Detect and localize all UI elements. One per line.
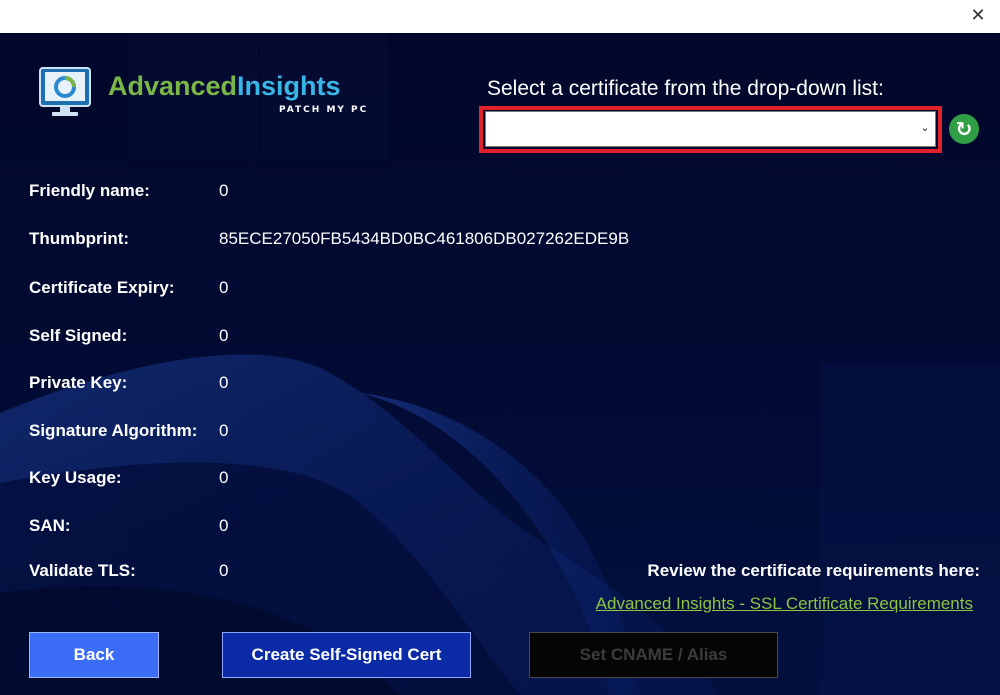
private-key-value: 0 [219, 373, 229, 392]
app-logo: AdvancedInsights PATCH MY PC [38, 66, 383, 124]
san-label: SAN: [29, 516, 71, 535]
main-panel: AdvancedInsights PATCH MY PC Select a ce… [0, 33, 1000, 695]
refresh-icon[interactable]: ↻ [949, 114, 979, 144]
logo-word-insights: Insights [237, 71, 341, 101]
close-icon[interactable]: ✕ [968, 6, 988, 26]
thumbprint-label: Thumbprint: [29, 229, 130, 248]
certificate-dropdown[interactable]: ⌄ [485, 111, 936, 147]
signature-algorithm-label: Signature Algorithm: [29, 421, 198, 440]
thumbprint-value: 85ECE27050FB5434BD0BC461806DB027262EDE9B [219, 229, 630, 248]
certificate-expiry-label: Certificate Expiry: [29, 278, 175, 297]
self-signed-value: 0 [219, 326, 229, 345]
san-value: 0 [219, 516, 229, 535]
monitor-logo-icon [39, 67, 91, 116]
key-usage-label: Key Usage: [29, 468, 122, 487]
requirements-text: Review the certificate requirements here… [647, 561, 980, 580]
set-cname-alias-button[interactable]: Set CNAME / Alias [529, 632, 778, 678]
back-button[interactable]: Back [29, 632, 159, 678]
validate-tls-label: Validate TLS: [29, 561, 136, 580]
certificate-expiry-value: 0 [219, 278, 229, 297]
chevron-down-icon: ⌄ [920, 121, 930, 134]
certificate-select-label: Select a certificate from the drop-down … [487, 77, 884, 100]
create-self-signed-cert-button[interactable]: Create Self-Signed Cert [222, 632, 471, 678]
logo-word-advanced: Advanced [108, 71, 238, 101]
self-signed-label: Self Signed: [29, 326, 128, 345]
signature-algorithm-value: 0 [219, 421, 229, 440]
friendly-name-label: Friendly name: [29, 181, 150, 200]
requirements-link[interactable]: Advanced Insights - SSL Certificate Requ… [596, 594, 973, 614]
key-usage-value: 0 [219, 468, 229, 487]
logo-subtitle: PATCH MY PC [279, 105, 369, 115]
friendly-name-value: 0 [219, 181, 229, 200]
validate-tls-value: 0 [219, 561, 229, 580]
private-key-label: Private Key: [29, 373, 128, 392]
title-bar: ✕ [0, 0, 1000, 33]
